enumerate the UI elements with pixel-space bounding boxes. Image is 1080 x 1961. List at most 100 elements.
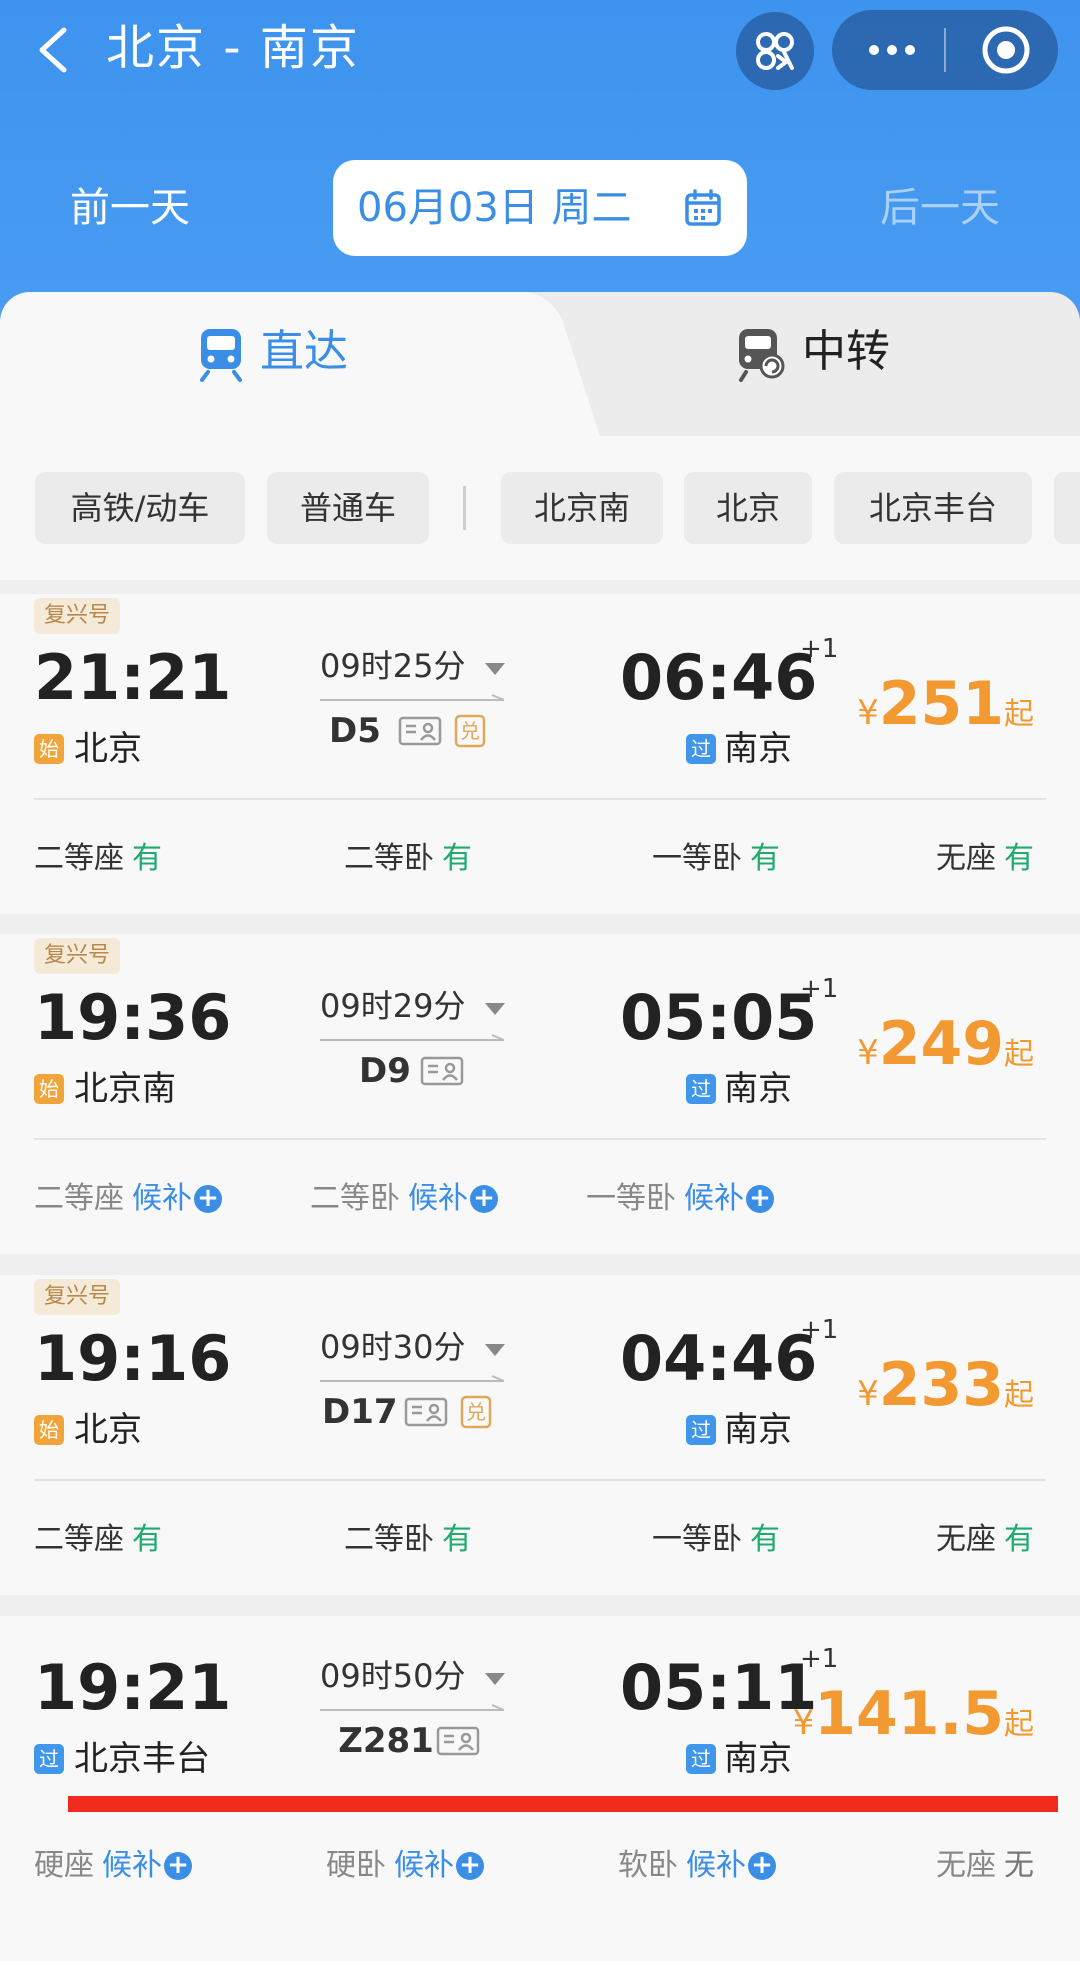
departure-station: 北京	[74, 1410, 142, 1450]
seat-item[interactable]: 二等卧有	[344, 1515, 472, 1565]
filter-chip-highspeed[interactable]: 高铁/动车	[35, 472, 245, 544]
seat-status: 无	[1004, 1848, 1034, 1883]
add-waitlist-icon[interactable]: +	[748, 1852, 776, 1880]
filter-chip-beijing[interactable]: 北京	[684, 472, 812, 544]
tab-transfer-label: 中转	[802, 326, 890, 377]
seat-status: 候补	[684, 1181, 744, 1216]
start-station-tag: 始	[34, 734, 64, 764]
filter-chip-beijing-south[interactable]: 北京南	[501, 472, 663, 544]
filter-separator	[463, 486, 466, 530]
start-station-tag: 始	[34, 1074, 64, 1104]
price-amount: 249	[878, 1009, 1004, 1079]
train-number[interactable]: D9	[350, 1048, 420, 1094]
close-target-icon[interactable]	[980, 24, 1032, 76]
seat-item[interactable]: 硬座 候补 +	[34, 1841, 192, 1891]
seat-item[interactable]: 无座有	[936, 1515, 1034, 1565]
pass-station-tag: 过	[686, 1744, 716, 1774]
card-divider	[34, 1138, 1046, 1140]
price-currency: ¥	[792, 1703, 815, 1743]
seat-name: 一等卧	[586, 1181, 676, 1216]
arrival-time: 06:46	[620, 641, 818, 714]
date-selector[interactable]: 06月03日 周二	[333, 160, 747, 256]
redeem-label: 兑	[460, 719, 480, 743]
duration: 09时50分	[320, 1657, 466, 1695]
departure-time: 19:21	[34, 1651, 232, 1724]
pass-station-tag: 过	[686, 1074, 716, 1104]
add-waitlist-icon[interactable]: +	[164, 1852, 192, 1880]
seat-item[interactable]: 二等座 候补 +	[34, 1174, 222, 1224]
chevron-down-icon[interactable]	[484, 1343, 506, 1357]
tab-transfer[interactable]	[520, 292, 1080, 436]
seat-name: 二等座	[34, 1181, 124, 1216]
price-suffix: 起	[1004, 1378, 1034, 1413]
seat-name: 二等卧	[344, 841, 434, 876]
train-card[interactable]: 复兴号 19:36 09时29分 D9 05:05 +1 始 北京南 过 南京 …	[0, 934, 1080, 1254]
chevron-down-icon[interactable]	[484, 1672, 506, 1686]
add-waitlist-icon[interactable]: +	[456, 1852, 484, 1880]
tab-direct-label: 直达	[260, 326, 348, 377]
card-divider	[34, 1479, 1046, 1481]
chevron-down-icon[interactable]	[484, 662, 506, 676]
arrival-time: 04:46	[620, 1322, 818, 1395]
train-number[interactable]: D17	[322, 1389, 398, 1435]
prev-day-button[interactable]: 前一天	[70, 180, 190, 236]
mini-program-button[interactable]	[736, 12, 814, 90]
price-suffix: 起	[1004, 1037, 1034, 1072]
filter-chip-beijing-fengtai[interactable]: 北京丰台	[834, 472, 1032, 544]
id-card-icon	[420, 1056, 464, 1086]
train-number[interactable]: Z281	[336, 1718, 436, 1764]
capsule-menu	[832, 10, 1058, 90]
redeem-icon: 兑	[460, 1395, 492, 1429]
seat-item[interactable]: 无座无	[936, 1841, 1034, 1891]
capsule-divider	[944, 28, 946, 72]
seat-item[interactable]: 一等卧 候补 +	[586, 1174, 774, 1224]
add-waitlist-icon[interactable]: +	[194, 1185, 222, 1213]
seat-status: 有	[442, 841, 472, 876]
add-waitlist-icon[interactable]: +	[470, 1185, 498, 1213]
departure-time: 19:36	[34, 981, 232, 1054]
seat-status: 有	[1004, 1522, 1034, 1557]
back-arrow-icon[interactable]	[30, 20, 80, 80]
train-card[interactable]: 复兴号 19:16 09时30分 D17 兑 04:46 +1 始 北京 过 南…	[0, 1275, 1080, 1595]
filter-chip-more[interactable]	[1054, 472, 1080, 544]
header: 北京 - 南京 前一天 06月03日 周二 后一天	[0, 0, 1080, 330]
seat-item[interactable]: 硬卧 候补 +	[326, 1841, 484, 1891]
seat-item[interactable]: 一等卧有	[652, 834, 780, 884]
filter-chip-normal[interactable]: 普通车	[267, 472, 429, 544]
seat-item[interactable]: 无座有	[936, 834, 1034, 884]
pass-station-tag: 过	[686, 734, 716, 764]
next-day-marker: +1	[800, 1315, 839, 1345]
date-label: 06月03日 周二	[357, 185, 632, 231]
seat-item[interactable]: 二等座有	[34, 1515, 162, 1565]
train-number[interactable]: D5	[320, 708, 390, 754]
train-card[interactable]: 19:21 09时50分 Z281 05:11 +1 过 北京丰台 过 南京 ¥…	[0, 1616, 1080, 1961]
departure-station: 北京丰台	[74, 1739, 210, 1779]
card-divider	[34, 798, 1046, 800]
seat-item[interactable]: 软卧 候补 +	[618, 1841, 776, 1891]
chevron-down-icon[interactable]	[484, 1002, 506, 1016]
fuxing-badge: 复兴号	[34, 598, 121, 634]
train-card[interactable]: 复兴号 21:21 09时25分 D5 兑 06:46 +1 始 北京 过 南京…	[0, 594, 1080, 914]
seat-name: 二等座	[34, 841, 124, 876]
seat-item[interactable]: 二等卧有	[344, 834, 472, 884]
arrival-station: 南京	[724, 1410, 792, 1450]
more-icon[interactable]	[862, 34, 922, 66]
price-suffix: 起	[1004, 697, 1034, 732]
seat-status: 有	[750, 1522, 780, 1557]
seat-item[interactable]: 二等卧 候补 +	[310, 1174, 498, 1224]
fuxing-badge: 复兴号	[34, 938, 121, 974]
seat-item[interactable]: 一等卧有	[652, 1515, 780, 1565]
seat-status: 有	[132, 841, 162, 876]
seat-item[interactable]: 二等座有	[34, 834, 162, 884]
duration: 09时29分	[320, 987, 466, 1025]
next-day-button[interactable]: 后一天	[880, 180, 1000, 236]
next-day-marker: +1	[800, 974, 839, 1004]
seat-status: 候补	[686, 1848, 746, 1883]
duration-line	[320, 1375, 505, 1382]
seat-name: 一等卧	[652, 1522, 742, 1557]
calendar-icon	[685, 189, 721, 226]
add-waitlist-icon[interactable]: +	[746, 1185, 774, 1213]
redeem-label: 兑	[466, 1400, 486, 1424]
seat-status: 候补	[132, 1181, 192, 1216]
departure-time: 19:16	[34, 1322, 232, 1395]
